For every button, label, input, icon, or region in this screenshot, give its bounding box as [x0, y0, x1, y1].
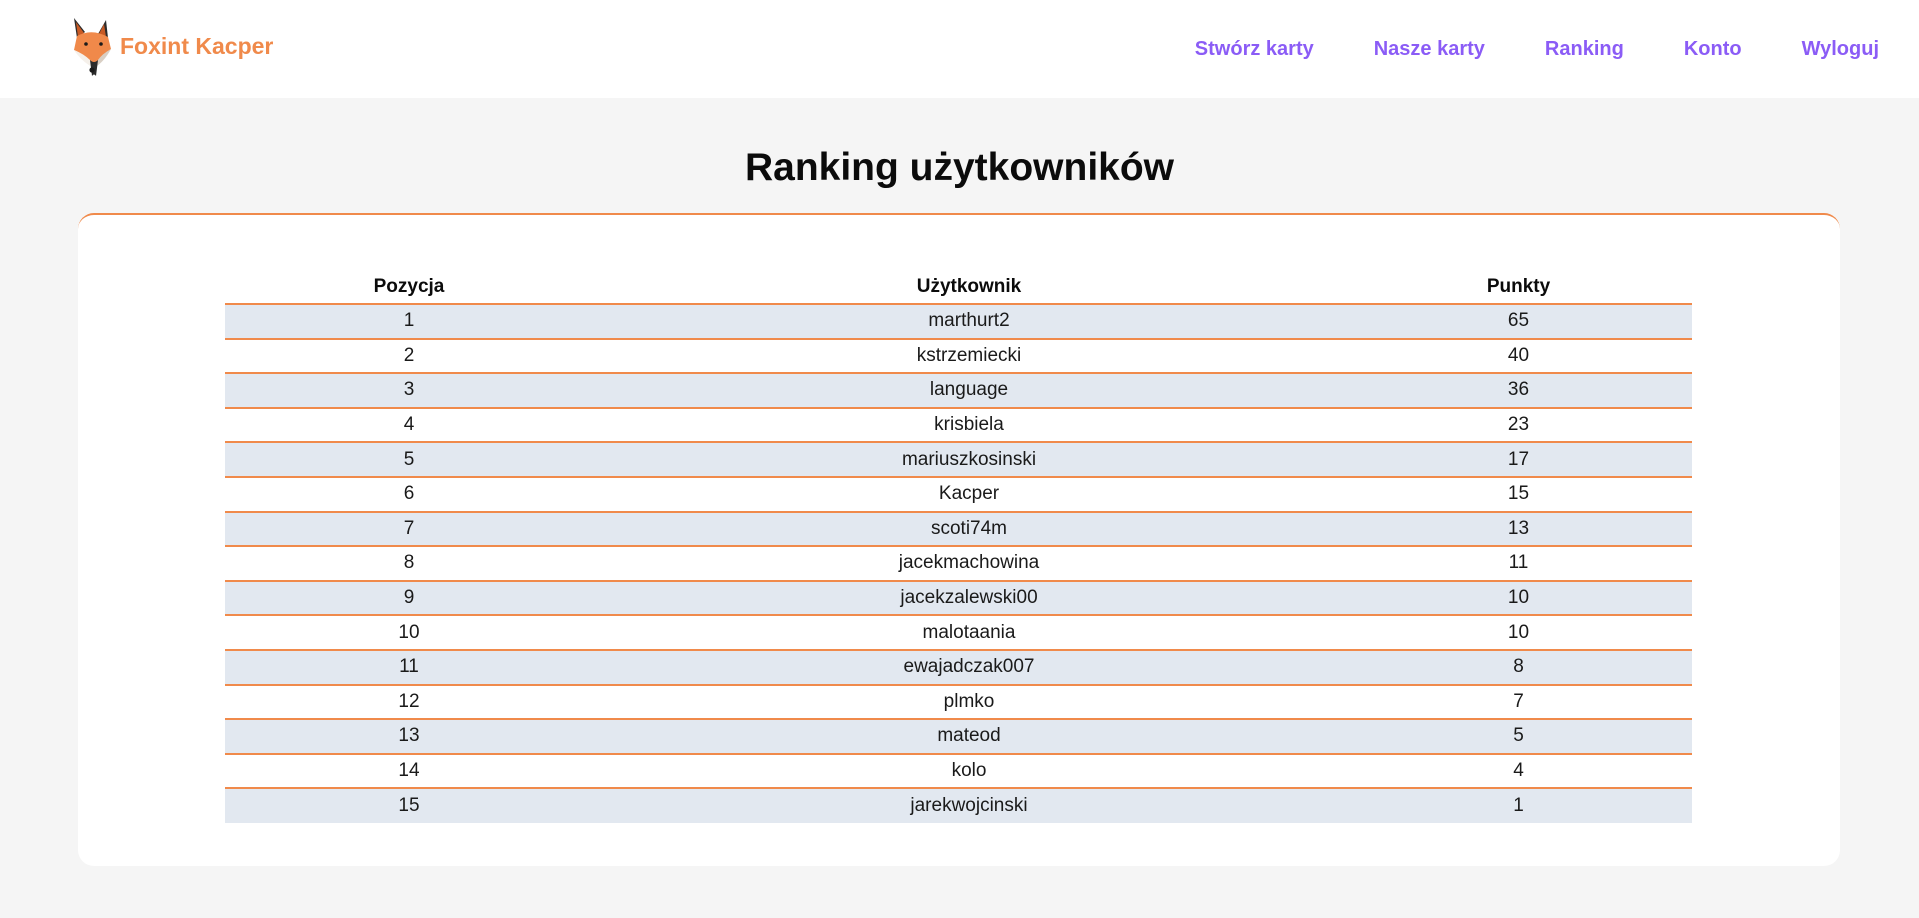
cell-position: 4: [225, 407, 593, 444]
nav-link-logout[interactable]: Wyloguj: [1802, 38, 1879, 61]
cell-points: 10: [1345, 580, 1692, 617]
cell-username: krisbiela: [593, 407, 1345, 444]
cell-points: 11: [1345, 546, 1692, 582]
page-title: Ranking użytkowników: [744, 146, 1175, 189]
table-row: 8 jacekmachowina 11: [225, 546, 1692, 582]
ranking-table-body: 1 marthurt2 65 2 kstrzemiecki 40 3 language 36 4 k…: [225, 304, 1692, 823]
navbar: Foxint Kacper Stwórz karty Nasze karty R…: [0, 0, 1919, 98]
cell-position: 9: [225, 580, 593, 617]
cell-position: 10: [225, 615, 593, 651]
cell-points: 8: [1345, 649, 1692, 686]
table-row: 14 kolo 4: [225, 753, 1692, 790]
cell-username: kolo: [593, 753, 1345, 790]
ranking-card: Pozycja Użytkownik Punkty 1 marthurt2 65 2 k…: [78, 213, 1840, 866]
cell-position: 1: [225, 304, 593, 340]
nav-link-our-cards[interactable]: Nasze karty: [1374, 38, 1485, 61]
column-header-points: Punkty: [1345, 269, 1692, 305]
cell-points: 65: [1345, 304, 1692, 340]
table-row: 7 scoti74m 13: [225, 511, 1692, 548]
cell-points: 15: [1345, 476, 1692, 513]
nav-link-account[interactable]: Konto: [1684, 38, 1742, 61]
table-row: 10 malotaania 10: [225, 615, 1692, 651]
table-row: 1 marthurt2 65: [225, 304, 1692, 340]
fox-head-icon: [74, 18, 111, 76]
cell-username: kstrzemiecki: [593, 338, 1345, 375]
cell-position: 3: [225, 373, 593, 409]
cell-position: 7: [225, 511, 593, 548]
cell-username: mateod: [593, 719, 1345, 755]
cell-points: 4: [1345, 753, 1692, 790]
table-row: 5 mariuszkosinski 17: [225, 442, 1692, 478]
cell-username: language: [593, 373, 1345, 409]
cell-username: jacekzalewski00: [593, 580, 1345, 617]
cell-position: 2: [225, 338, 593, 375]
cell-username: ewajadczak007: [593, 649, 1345, 686]
brand-logo-link[interactable]: Foxint Kacper: [68, 14, 273, 78]
cell-username: marthurt2: [593, 304, 1345, 340]
table-row: 3 language 36: [225, 373, 1692, 409]
column-header-position: Pozycja: [225, 269, 593, 305]
table-row: 9 jacekzalewski00 10: [225, 580, 1692, 617]
table-row: 15 jarekwojcinski 1: [225, 788, 1692, 823]
cell-position: 14: [225, 753, 593, 790]
cell-position: 15: [225, 788, 593, 823]
cell-username: Kacper: [593, 476, 1345, 513]
cell-points: 10: [1345, 615, 1692, 651]
cell-points: 23: [1345, 407, 1692, 444]
cell-username: plmko: [593, 684, 1345, 721]
cell-points: 17: [1345, 442, 1692, 478]
table-row: 6 Kacper 15: [225, 476, 1692, 513]
table-row: 11 ewajadczak007 8: [225, 649, 1692, 686]
cell-points: 7: [1345, 684, 1692, 721]
cell-position: 11: [225, 649, 593, 686]
nav-link-ranking[interactable]: Ranking: [1545, 38, 1624, 61]
cell-points: 40: [1345, 338, 1692, 375]
cell-username: scoti74m: [593, 511, 1345, 548]
brand-name: Foxint Kacper: [120, 32, 274, 59]
cell-position: 13: [225, 719, 593, 755]
main-nav: Stwórz karty Nasze karty Ranking Konto W…: [1135, 0, 1879, 98]
table-row: 13 mateod 5: [225, 719, 1692, 755]
cell-username: mariuszkosinski: [593, 442, 1345, 478]
cell-position: 12: [225, 684, 593, 721]
table-row: 12 plmko 7: [225, 684, 1692, 721]
cell-points: 5: [1345, 719, 1692, 755]
cell-username: jacekmachowina: [593, 546, 1345, 582]
cell-username: jarekwojcinski: [593, 788, 1345, 823]
nav-link-create-cards[interactable]: Stwórz karty: [1195, 38, 1314, 61]
cell-points: 13: [1345, 511, 1692, 548]
cell-position: 6: [225, 476, 593, 513]
cell-points: 36: [1345, 373, 1692, 409]
table-header-row: Pozycja Użytkownik Punkty: [225, 269, 1692, 305]
ranking-table: Pozycja Użytkownik Punkty 1 marthurt2 65 2 k…: [225, 269, 1692, 823]
cell-position: 5: [225, 442, 593, 478]
cell-position: 8: [225, 546, 593, 582]
table-row: 4 krisbiela 23: [225, 407, 1692, 444]
cell-username: malotaania: [593, 615, 1345, 651]
cell-points: 1: [1345, 788, 1692, 823]
column-header-user: Użytkownik: [593, 269, 1345, 305]
table-row: 2 kstrzemiecki 40: [225, 338, 1692, 375]
